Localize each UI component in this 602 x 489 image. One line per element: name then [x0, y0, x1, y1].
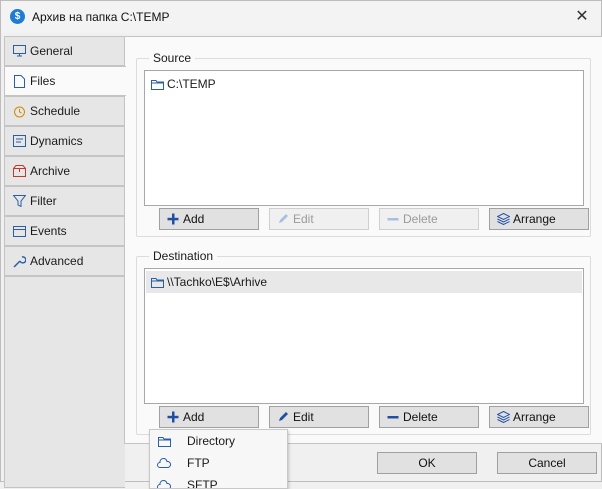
- alarm-clock-icon: [12, 104, 26, 118]
- menu-item-label: SFTP: [187, 478, 218, 489]
- source-arrange-button[interactable]: Arrange: [489, 208, 589, 230]
- archive-box-icon: [12, 164, 26, 178]
- calendar-icon: [12, 224, 26, 238]
- tab-label: General: [30, 44, 73, 58]
- button-label: Edit: [293, 410, 314, 424]
- source-group-title: Source: [149, 51, 196, 65]
- wrench-icon: [12, 254, 26, 268]
- destination-list[interactable]: \\Tachko\E$\Arhive: [144, 268, 584, 404]
- button-label: Edit: [293, 212, 314, 226]
- monitor-icon: [12, 44, 26, 58]
- button-label: Add: [183, 212, 205, 226]
- add-dropdown-menu: Directory FTP SFTP: [149, 429, 288, 489]
- tab-dynamics[interactable]: Dynamics: [4, 126, 125, 156]
- tab-label: Advanced: [30, 254, 84, 268]
- cloud-lock-icon: [157, 478, 171, 488]
- button-label: Add: [183, 410, 205, 424]
- layers-icon: [496, 410, 510, 424]
- button-label: Arrange: [513, 410, 556, 424]
- menu-item-ftp[interactable]: FTP: [150, 452, 287, 474]
- destination-add-button[interactable]: Add: [159, 406, 259, 428]
- list-item[interactable]: \\Tachko\E$\Arhive: [146, 271, 582, 293]
- plus-icon: [166, 212, 180, 226]
- tab-general[interactable]: General: [4, 36, 125, 66]
- title-bar: $ Архив на папка C:\TEMP ✕: [1, 1, 601, 33]
- layers-icon: [496, 212, 510, 226]
- tab-files[interactable]: Files: [4, 66, 126, 96]
- tab-advanced[interactable]: Advanced: [4, 246, 125, 276]
- cancel-button[interactable]: Cancel: [497, 452, 597, 474]
- ok-button[interactable]: OK: [377, 452, 477, 474]
- dynamics-icon: [12, 134, 26, 148]
- menu-item-directory[interactable]: Directory: [150, 430, 287, 452]
- dialog-window: $ Архив на папка C:\TEMP ✕ General Files…: [0, 0, 602, 489]
- window-title: Архив на папка C:\TEMP: [32, 10, 170, 24]
- tab-strip-background: [4, 276, 125, 488]
- source-list[interactable]: C:\TEMP: [144, 70, 584, 206]
- destination-delete-button[interactable]: Delete: [379, 406, 479, 428]
- destination-arrange-button[interactable]: Arrange: [489, 406, 589, 428]
- cloud-icon: [157, 456, 171, 470]
- plus-icon: [166, 410, 180, 424]
- tab-label: Filter: [30, 194, 57, 208]
- menu-item-label: FTP: [187, 456, 210, 470]
- tab-filter[interactable]: Filter: [4, 186, 125, 216]
- tab-events[interactable]: Events: [4, 216, 125, 246]
- pencil-icon: [276, 212, 290, 226]
- folder-icon: [151, 79, 164, 90]
- tab-label: Schedule: [30, 104, 81, 118]
- tab-list: General Files Schedule Dynamics Archive: [4, 36, 126, 276]
- folder-icon: [157, 434, 171, 448]
- filter-icon: [12, 194, 26, 208]
- destination-group: Destination \\Tachko\E$\Arhive Add Edit …: [136, 249, 591, 435]
- pencil-icon: [276, 410, 290, 424]
- source-delete-button[interactable]: Delete: [379, 208, 479, 230]
- tab-label: Events: [30, 224, 67, 238]
- menu-item-label: Directory: [187, 434, 236, 448]
- tab-label: Dynamics: [30, 134, 83, 148]
- destination-group-title: Destination: [149, 249, 218, 263]
- close-button[interactable]: ✕: [569, 4, 595, 30]
- destination-edit-button[interactable]: Edit: [269, 406, 369, 428]
- button-label: Delete: [403, 212, 438, 226]
- files-tab-panel: Source C:\TEMP Add Edit Delete Arrange D…: [124, 36, 602, 444]
- tab-label: Archive: [30, 164, 71, 178]
- source-path: C:\TEMP: [167, 77, 216, 91]
- minus-icon: [386, 410, 400, 424]
- folder-icon: [151, 277, 164, 288]
- app-icon: $: [10, 9, 25, 24]
- tab-label: Files: [30, 74, 56, 88]
- source-group: Source C:\TEMP Add Edit Delete Arrange: [136, 51, 591, 237]
- button-label: Delete: [403, 410, 438, 424]
- tab-schedule[interactable]: Schedule: [4, 96, 125, 126]
- button-label: Arrange: [513, 212, 556, 226]
- destination-path: \\Tachko\E$\Arhive: [167, 275, 268, 289]
- file-icon: [12, 74, 26, 88]
- tab-archive[interactable]: Archive: [4, 156, 125, 186]
- source-edit-button[interactable]: Edit: [269, 208, 369, 230]
- minus-icon: [386, 212, 400, 226]
- source-add-button[interactable]: Add: [159, 208, 259, 230]
- list-item[interactable]: C:\TEMP: [146, 73, 582, 95]
